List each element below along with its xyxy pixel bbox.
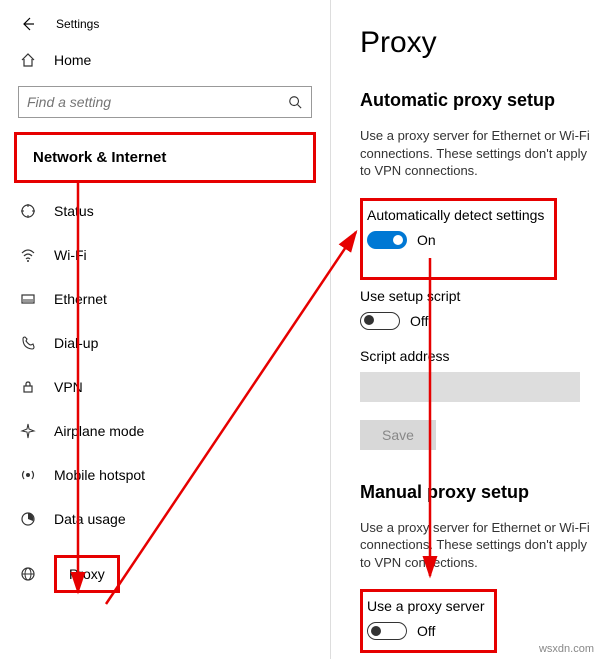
highlight-use-proxy: Use a proxy server Off — [360, 589, 497, 653]
section-heading-manual: Manual proxy setup — [360, 482, 600, 503]
search-input-field[interactable] — [27, 94, 287, 110]
back-icon[interactable] — [18, 16, 38, 32]
home-icon — [18, 52, 38, 68]
toggle-useproxy[interactable] — [367, 622, 407, 640]
sidebar-item-label: VPN — [54, 379, 83, 395]
sidebar-item-wifi[interactable]: Wi-Fi — [0, 233, 330, 277]
sidebar-item-status[interactable]: Status — [0, 189, 330, 233]
dialup-icon — [18, 335, 38, 351]
sidebar-item-label: Airplane mode — [54, 423, 144, 439]
sidebar-item-label: Status — [54, 203, 94, 219]
window-header: Settings — [0, 10, 330, 38]
search-icon — [287, 95, 303, 109]
ethernet-icon — [18, 291, 38, 307]
sidebar-item-label: Proxy — [54, 555, 120, 593]
section-heading-auto: Automatic proxy setup — [360, 90, 600, 111]
sidebar-item-dialup[interactable]: Dial-up — [0, 321, 330, 365]
label-script-address: Script address — [360, 348, 600, 364]
sidebar-item-datausage[interactable]: Data usage — [0, 497, 330, 541]
highlight-auto-detect: Automatically detect settings On — [360, 198, 557, 280]
sidebar-item-label: Ethernet — [54, 291, 107, 307]
watermark: wsxdn.com — [539, 643, 594, 655]
section-desc-manual: Use a proxy server for Ethernet or Wi-Fi… — [360, 519, 600, 572]
search-input[interactable] — [18, 86, 312, 118]
airplane-icon — [18, 423, 38, 439]
sidebar-item-label: Home — [54, 52, 91, 68]
window-title: Settings — [56, 17, 99, 31]
toggle-label-useproxy: Use a proxy server — [367, 598, 484, 614]
page-title: Proxy — [360, 26, 600, 60]
sidebar-category: Network & Internet — [14, 132, 316, 183]
sidebar-item-label: Wi-Fi — [54, 247, 87, 263]
toggle-label-script: Use setup script — [360, 288, 600, 304]
sidebar-item-airplane[interactable]: Airplane mode — [0, 409, 330, 453]
status-icon — [18, 203, 38, 219]
hotspot-icon — [18, 467, 38, 483]
wifi-icon — [18, 247, 38, 263]
sidebar-item-ethernet[interactable]: Ethernet — [0, 277, 330, 321]
proxy-icon — [18, 566, 38, 582]
save-button[interactable]: Save — [360, 420, 436, 450]
sidebar-item-proxy[interactable]: Proxy — [0, 541, 330, 607]
toggle-state-autodetect: On — [417, 232, 436, 248]
vpn-icon — [18, 379, 38, 395]
datausage-icon — [18, 511, 38, 527]
toggle-label-autodetect: Automatically detect settings — [367, 207, 544, 223]
sidebar-item-hotspot[interactable]: Mobile hotspot — [0, 453, 330, 497]
toggle-state-useproxy: Off — [417, 623, 435, 639]
sidebar-item-home[interactable]: Home — [0, 38, 330, 82]
input-script-address[interactable] — [360, 372, 580, 402]
sidebar-item-label: Mobile hotspot — [54, 467, 145, 483]
sidebar-item-label: Data usage — [54, 511, 126, 527]
sidebar: Settings Home Network & Internet Status — [0, 0, 330, 659]
sidebar-item-label: Dial-up — [54, 335, 98, 351]
section-desc-auto: Use a proxy server for Ethernet or Wi-Fi… — [360, 127, 600, 180]
toggle-script[interactable] — [360, 312, 400, 330]
sidebar-item-vpn[interactable]: VPN — [0, 365, 330, 409]
content-pane: Proxy Automatic proxy setup Use a proxy … — [330, 0, 600, 659]
toggle-autodetect[interactable] — [367, 231, 407, 249]
toggle-state-script: Off — [410, 313, 428, 329]
